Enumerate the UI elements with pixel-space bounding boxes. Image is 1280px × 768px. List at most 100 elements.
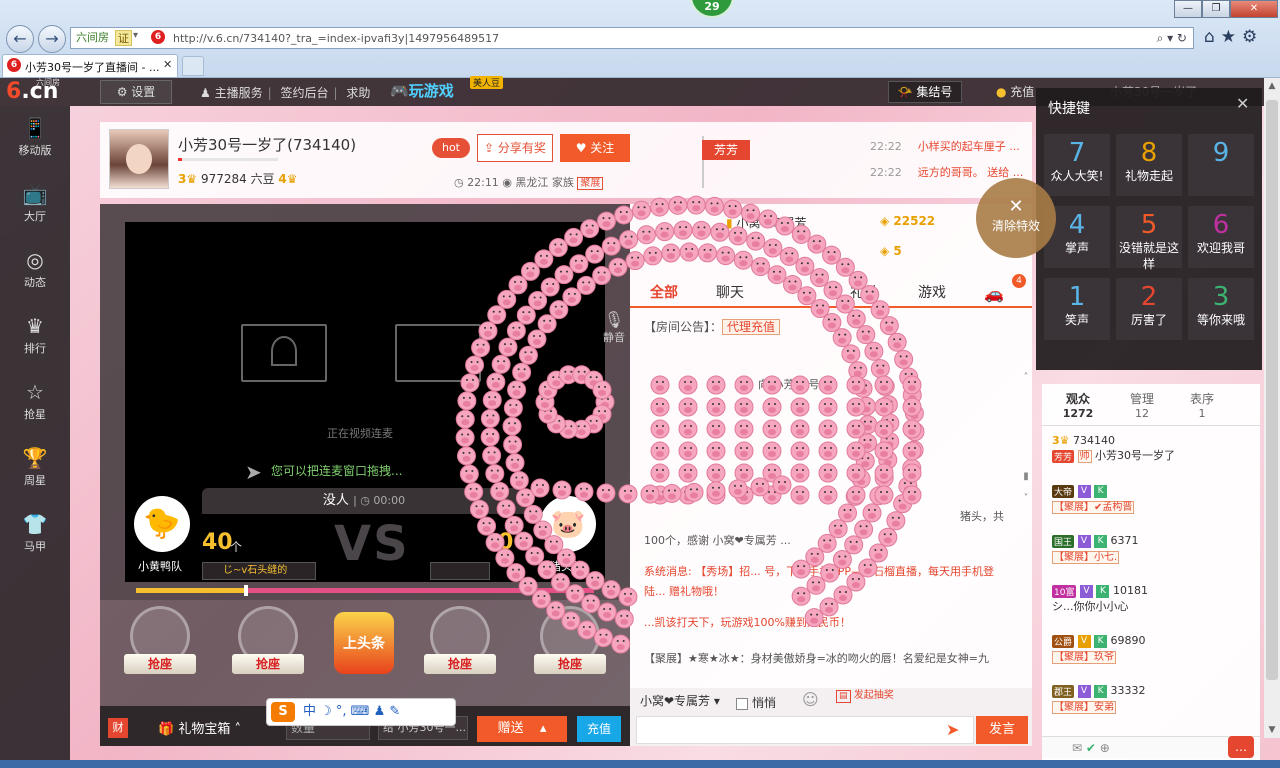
maximize-button[interactable]: ❐ (1202, 0, 1230, 18)
shortcut-7[interactable]: 7 众人大笑! (1044, 134, 1110, 196)
toolbar-icons[interactable]: ⌂★⚙ (1204, 27, 1263, 47)
seat[interactable]: 抢座 (230, 606, 306, 698)
clear-effects-button[interactable]: ✕ 清除特效 (976, 178, 1056, 258)
close-icon[interactable]: ✕ (1236, 94, 1249, 113)
list-item[interactable]: 公爵 V K 69890 【聚展】玖爷 (1052, 634, 1252, 682)
nav-grab-star[interactable]: ☆ 抢星 (0, 370, 70, 436)
notification-badge[interactable]: 29 (690, 0, 734, 18)
hot-badge[interactable]: hot (432, 138, 470, 158)
chat-input[interactable] (636, 716, 974, 744)
charge-link[interactable]: ● 充值 (996, 83, 1034, 100)
send-message-button[interactable]: 发言 (976, 716, 1028, 744)
grab-seat-button[interactable]: 抢座 (534, 654, 606, 674)
tab-gift-list[interactable]: 礼单 (850, 282, 878, 302)
close-window-button[interactable]: ✕ (1230, 0, 1278, 18)
nav-contract[interactable]: 签约后台 (280, 86, 328, 100)
rank-entry[interactable]: ▮ 小窝❤专属芳 (726, 214, 807, 231)
list-item[interactable]: 郡王 V K 33332 【聚展】安弟 (1052, 684, 1252, 732)
ime-buttons[interactable]: 中 ☽ °, ⌨ ♟ ✎ (303, 704, 400, 719)
nav-help[interactable]: 求助 (346, 86, 370, 100)
chat-bubble-icon[interactable]: … (1228, 736, 1254, 758)
car-icon[interactable]: 🚗 (984, 284, 1004, 303)
tab-favicon-icon: 6 (7, 58, 21, 72)
tab-close-icon[interactable]: ✕ (163, 58, 172, 71)
tab-chat[interactable]: 聊天 (716, 282, 744, 302)
emoji-icon[interactable]: ☺ (802, 690, 819, 709)
tab-count: 12 (1135, 407, 1149, 420)
shortcut-1[interactable]: 1 笑声 (1044, 278, 1110, 340)
back-button[interactable]: ← (6, 25, 34, 53)
seat[interactable]: 抢座 (532, 606, 608, 698)
forward-button[interactable]: → (38, 25, 66, 53)
scroll-thumb[interactable] (1266, 100, 1278, 680)
url-text[interactable]: http://v.6.cn/734140?_tra_=index-ipvafi3… (173, 31, 499, 46)
shortcut-6[interactable]: 6 欢迎我哥 (1188, 206, 1254, 268)
anchor-avatar[interactable] (109, 129, 169, 189)
grab-seat-button[interactable]: 抢座 (232, 654, 304, 674)
send-gift-button[interactable]: 赠送 ▴ (477, 716, 567, 742)
family-tag[interactable]: 聚展 (577, 177, 604, 190)
wealth-icon[interactable]: 财 (108, 718, 128, 738)
shortcut-3[interactable]: 3 等你来哦 (1188, 278, 1254, 340)
list-item[interactable]: 10富 V K 10181 シ...你你小小心 (1052, 584, 1252, 632)
list-item[interactable]: 大帝 V K 【聚展】✔孟构晋 (1052, 484, 1252, 532)
chat-scrollbar[interactable]: ˄ ▮ ˅ (1020, 372, 1032, 542)
recharge-button[interactable]: 充值 (577, 716, 621, 742)
gift-box-toggle[interactable]: 🎁 礼物宝箱 ˄ (158, 718, 241, 737)
scroll-down-icon[interactable]: ▼ (1264, 722, 1280, 738)
search-icon[interactable]: ⌕ ▾ ↻ (1157, 31, 1187, 46)
right-top-fan[interactable] (430, 562, 490, 580)
whisper-toggle[interactable]: 悄悄 (736, 694, 776, 711)
list-item[interactable]: 3♛ 734140 芳芳 帅 小芳30号一岁了 (1052, 434, 1252, 482)
scroll-up-icon[interactable]: ▲ (1264, 78, 1280, 94)
minimize-button[interactable]: — (1174, 0, 1202, 18)
tab-admins[interactable]: 管理 12 (1112, 390, 1172, 420)
tab-game[interactable]: 游戏 (918, 282, 946, 302)
seat[interactable]: 抢座 (122, 606, 198, 698)
nav-hall[interactable]: 📺 大厅 (0, 172, 70, 238)
fan-flag[interactable]: 芳芳 (702, 140, 750, 160)
grab-seat-button[interactable]: 抢座 (124, 654, 196, 674)
tab-all[interactable]: 全部 (650, 282, 678, 302)
shortcut-8[interactable]: 8 礼物走起 (1116, 134, 1182, 196)
play-game-link[interactable]: 🎮玩游戏 (390, 80, 454, 101)
paper-plane-icon[interactable]: ➤ (946, 720, 959, 739)
nav-week-star[interactable]: 🏆 周星 (0, 436, 70, 502)
duck-team-icon[interactable]: 🐤 (134, 496, 190, 552)
mute-button[interactable]: 🎙 静音 (598, 310, 630, 345)
cert-icon[interactable]: 证 (115, 30, 132, 46)
news-item[interactable]: 22:22 小样买的起车厘子 ... (870, 138, 1023, 164)
tab-viewers[interactable]: 观众 1272 (1048, 390, 1108, 420)
shortcut-5[interactable]: 5 没错就是这样 (1116, 206, 1182, 271)
mail-icon[interactable]: ✉ (1072, 741, 1082, 755)
nav-mobile[interactable]: 📱 移动版 (0, 106, 70, 172)
nav-anchor-service[interactable]: 主播服务 (215, 86, 263, 100)
settings-button[interactable]: ⚙ 设置 (100, 80, 172, 104)
follow-button[interactable]: ♥ 关注 (560, 134, 630, 162)
new-tab-button[interactable] (182, 56, 204, 76)
left-top-fan[interactable]: じ~v石头缝的 (202, 562, 316, 580)
nav-vest[interactable]: 👕 马甲 (0, 502, 70, 568)
seat[interactable]: 抢座 (422, 606, 498, 698)
nav-rank[interactable]: ♛ 排行 (0, 304, 70, 370)
shortcut-9[interactable]: 9 (1188, 134, 1254, 196)
checkbox[interactable] (736, 697, 748, 710)
share-button[interactable]: ⇪ 分享有奖 (477, 134, 553, 162)
pig-team-icon[interactable]: 🐷 (540, 496, 596, 552)
list-item[interactable]: 国王 V K 6371 【聚展】小七. (1052, 534, 1252, 582)
ime-toolbar[interactable]: S 中 ☽ °, ⌨ ♟ ✎ (266, 698, 456, 726)
check-icon[interactable]: ✔ (1086, 741, 1096, 755)
grab-seat-button[interactable]: 抢座 (424, 654, 496, 674)
lottery-button[interactable]: ▤ 发起抽奖 (836, 690, 894, 703)
agent-recharge-link[interactable]: 代理充值 (722, 319, 781, 335)
headline-button[interactable]: 上头条 (334, 612, 394, 674)
nav-feed[interactable]: ◎ 动态 (0, 238, 70, 304)
browser-tab[interactable]: 6 小芳30号一岁了直播间 - ... ✕ (2, 54, 178, 77)
zoom-icon[interactable]: ⊕ (1100, 741, 1110, 755)
dropdown-icon[interactable]: ▾ (133, 30, 138, 41)
chat-target[interactable]: 小窝❤专属芳 ▾ (640, 692, 720, 709)
address-bar[interactable]: 六间房 证 ▾ 6 http://v.6.cn/734140?_tra_=ind… (70, 27, 1194, 49)
shortcut-2[interactable]: 2 厉害了 (1116, 278, 1182, 340)
gather-button[interactable]: 📯 集结号 (888, 81, 962, 103)
tab-order[interactable]: 表序 1 (1172, 390, 1232, 420)
